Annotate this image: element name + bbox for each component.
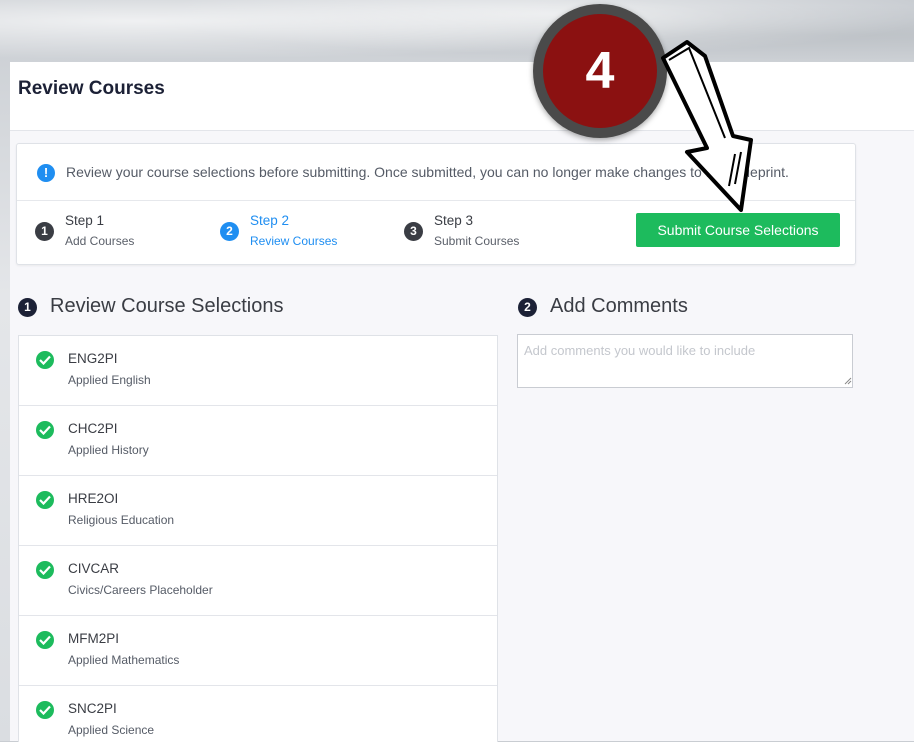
course-name: Civics/Careers Placeholder [68, 583, 213, 597]
list-item: ENG2PI Applied English [19, 336, 497, 406]
hand-drawn-arrow-icon [661, 40, 753, 212]
course-name: Applied Science [68, 723, 155, 737]
resize-handle-icon[interactable] [844, 377, 852, 385]
step-number-badge: 3 [404, 222, 423, 241]
step-title: Step 1 [65, 213, 105, 228]
course-code: MFM2PI [68, 631, 120, 646]
page-header: Review Courses [10, 62, 914, 131]
list-item: SNC2PI Applied Science [19, 686, 497, 742]
app-window: Review Courses ! Review your course sele… [10, 62, 914, 742]
list-item: HRE2OI Religious Education [19, 476, 497, 546]
step-number-badge: 1 [35, 222, 54, 241]
list-item: MFM2PI Applied Mathematics [19, 616, 497, 686]
course-code: SNC2PI [68, 701, 117, 716]
step-number-badge: 2 [220, 222, 239, 241]
section-number-badge: 2 [518, 298, 537, 317]
check-circle-icon [36, 631, 54, 649]
info-icon: ! [37, 164, 55, 182]
list-item: CIVCAR Civics/Careers Placeholder [19, 546, 497, 616]
check-circle-icon [36, 701, 54, 719]
step-subtitle: Add Courses [65, 234, 135, 248]
check-circle-icon [36, 351, 54, 369]
submit-course-selections-button[interactable]: Submit Course Selections [636, 213, 840, 247]
course-name: Applied English [68, 373, 151, 387]
section-title: Review Course Selections [50, 295, 284, 317]
check-circle-icon [36, 421, 54, 439]
course-code: CHC2PI [68, 421, 118, 436]
page-title: Review Courses [18, 78, 165, 99]
check-circle-icon [36, 561, 54, 579]
step-title: Step 2 [250, 213, 290, 228]
course-code: CIVCAR [68, 561, 120, 576]
course-code: ENG2PI [68, 351, 118, 366]
background [0, 0, 914, 70]
step-annotation-badge: 4 [533, 4, 667, 138]
step-subtitle: Submit Courses [434, 234, 520, 248]
course-name: Applied History [68, 443, 149, 457]
step-title: Step 3 [434, 213, 474, 228]
step-subtitle: Review Courses [250, 234, 338, 248]
course-name: Applied Mathematics [68, 653, 180, 667]
comments-textarea[interactable] [517, 334, 853, 388]
course-code: HRE2OI [68, 491, 119, 506]
list-item: CHC2PI Applied History [19, 406, 497, 476]
section-title: Add Comments [550, 295, 688, 317]
section-number-badge: 1 [18, 298, 37, 317]
annotation-number: 4 [543, 14, 657, 128]
check-circle-icon [36, 491, 54, 509]
course-list: ENG2PI Applied English CHC2PI Applied Hi… [18, 335, 498, 742]
course-name: Religious Education [68, 513, 175, 527]
